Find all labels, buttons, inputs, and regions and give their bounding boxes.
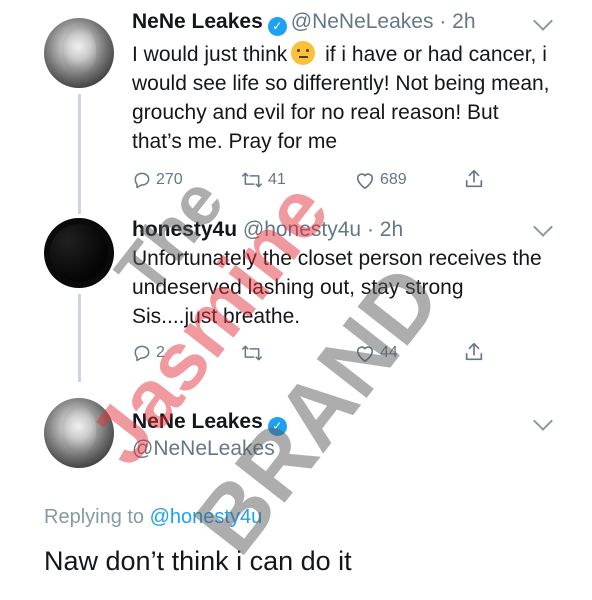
tweet-text: I would just think if i have or had canc… <box>132 40 552 156</box>
reply-button[interactable]: 270 <box>132 170 183 190</box>
share-button[interactable] <box>463 341 485 363</box>
reply-button[interactable]: 2 <box>132 343 165 363</box>
thread-line <box>78 294 81 382</box>
chevron-down-icon[interactable] <box>533 217 553 237</box>
like-button[interactable]: 689 <box>354 170 407 190</box>
retweet-button[interactable] <box>240 343 268 363</box>
verified-badge-icon: ✓ <box>267 417 287 436</box>
mention-link[interactable]: @honesty4u <box>150 506 263 528</box>
tweet-text: Naw don’t think i can do it <box>44 546 352 576</box>
reply-icon <box>134 172 150 189</box>
tweet-header: NeNe Leakes ✓ @NeNeLeakes · 2h <box>132 10 476 36</box>
heart-icon <box>356 173 374 189</box>
user-handle[interactable]: @NeNeLeakes <box>132 437 275 460</box>
verified-badge-icon: ✓ <box>267 17 287 36</box>
thinking-face-emoji-icon <box>291 41 316 65</box>
avatar[interactable] <box>44 218 114 288</box>
reply-count: 270 <box>156 171 183 188</box>
reply-count: 2 <box>156 344 165 361</box>
display-name[interactable]: honesty4u <box>132 218 237 241</box>
share-icon <box>465 342 483 361</box>
thread-line <box>78 94 81 214</box>
timestamp[interactable]: · 2h <box>439 10 475 33</box>
chevron-down-icon[interactable] <box>533 411 553 431</box>
tweet-header: honesty4u @honesty4u · 2h <box>132 218 403 242</box>
heart-icon <box>356 346 374 362</box>
share-button[interactable] <box>463 168 485 190</box>
reply-icon <box>134 345 150 362</box>
chevron-down-icon[interactable] <box>533 11 553 31</box>
tweet-text-part1: I would just think <box>132 43 288 66</box>
timestamp[interactable]: · 2h <box>367 218 403 241</box>
tweet-actions: 270 41 689 <box>0 168 592 194</box>
tweet-text: Unfortunately the closet person receives… <box>132 247 542 328</box>
user-handle[interactable]: @honesty4u <box>243 218 361 241</box>
like-count: 44 <box>380 344 398 361</box>
display-name-row: NeNe Leakes ✓ <box>132 410 291 436</box>
avatar[interactable] <box>44 18 114 88</box>
avatar[interactable] <box>44 398 114 468</box>
share-icon <box>465 169 483 188</box>
replying-to: Replying to @honesty4u <box>44 506 262 529</box>
display-name[interactable]: NeNe Leakes <box>132 410 263 433</box>
user-handle[interactable]: @NeNeLeakes <box>291 10 434 33</box>
display-name[interactable]: NeNe Leakes <box>132 10 263 33</box>
retweet-icon <box>242 345 262 361</box>
like-button[interactable]: 44 <box>354 343 398 363</box>
replying-prefix: Replying to <box>44 506 150 528</box>
retweet-button[interactable]: 41 <box>240 170 286 190</box>
retweet-count: 41 <box>268 171 286 188</box>
like-count: 689 <box>380 171 407 188</box>
handle-row: @NeNeLeakes <box>132 437 275 461</box>
tweet-actions: 2 44 <box>0 341 592 367</box>
retweet-icon <box>242 172 262 188</box>
